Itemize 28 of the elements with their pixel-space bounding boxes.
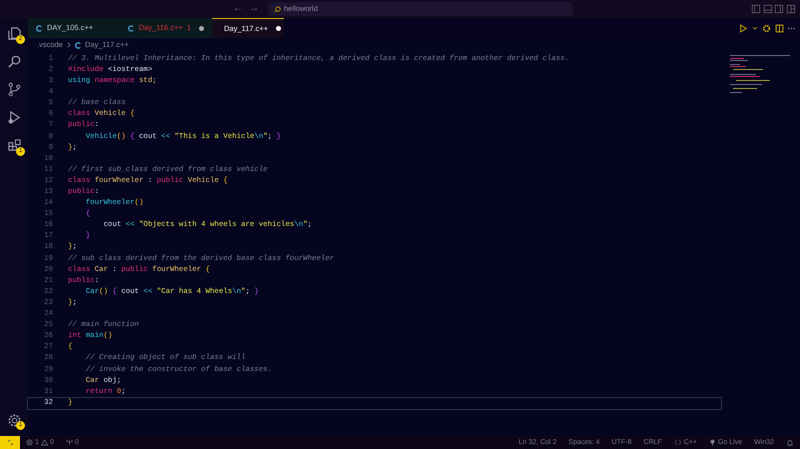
search-icon — [274, 6, 281, 12]
run-icon[interactable] — [739, 24, 748, 32]
run-debug-icon — [6, 110, 22, 126]
chevron-right-icon — [66, 42, 72, 48]
broadcast-icon — [66, 439, 73, 446]
cpp-file-icon — [74, 42, 82, 48]
toggle-sidebar-icon[interactable] — [750, 4, 761, 14]
warning-icon — [40, 439, 48, 446]
forward-button[interactable]: → — [246, 4, 262, 14]
settings-icon — [6, 412, 22, 428]
toggle-secondary-sidebar-icon[interactable] — [774, 4, 784, 14]
cpp-file-icon — [128, 24, 135, 32]
toggle-panel-icon[interactable] — [762, 4, 772, 14]
search-icon — [6, 54, 22, 70]
braces-icon — [674, 439, 682, 446]
split-editor-icon[interactable] — [774, 24, 784, 32]
extensions-icon — [6, 138, 22, 154]
broadcast-icon — [709, 439, 716, 446]
bell-icon — [786, 438, 794, 446]
explorer-icon — [6, 26, 22, 42]
cpp-file-icon — [36, 24, 43, 32]
remote-icon — [6, 439, 14, 446]
settings-icon[interactable] — [762, 24, 771, 32]
layout-icon[interactable] — [786, 4, 796, 14]
source-control-icon — [6, 82, 22, 98]
error-icon — [26, 439, 33, 446]
caret-icon[interactable] — [752, 25, 758, 31]
back-button[interactable]: ← — [230, 4, 246, 14]
